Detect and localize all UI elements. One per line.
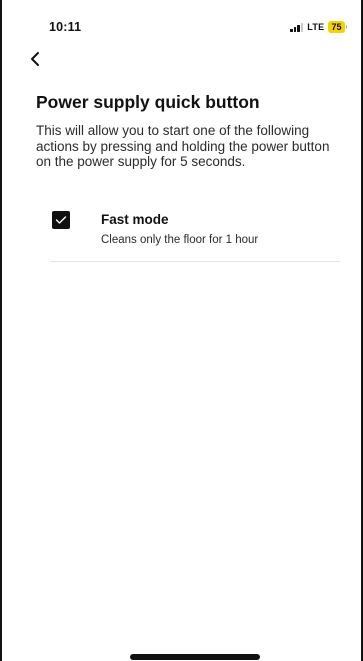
app-screen: 10:11 LTE 75 Power supply quick button T… [0,0,363,661]
status-bar: 10:11 LTE 75 [2,0,361,40]
battery-level-badge: 75 [328,21,345,33]
status-indicators: LTE 75 [290,21,347,33]
fast-mode-checkbox[interactable] [52,211,70,229]
home-indicator[interactable] [130,654,260,660]
status-time: 10:11 [49,20,82,34]
option-fast-mode[interactable]: Fast mode Cleans only the floor for 1 ho… [50,205,340,262]
network-type-label: LTE [307,22,325,32]
cellular-signal-icon [290,22,304,32]
page-description: This will allow you to start one of the … [36,123,330,170]
checkmark-icon [55,216,67,224]
battery-icon [345,25,347,29]
option-subtitle: Cleans only the floor for 1 hour [101,234,259,246]
page-title: Power supply quick button [36,92,260,112]
chevron-left-icon [31,52,39,66]
option-title: Fast mode [101,212,169,227]
back-button[interactable] [26,48,50,72]
